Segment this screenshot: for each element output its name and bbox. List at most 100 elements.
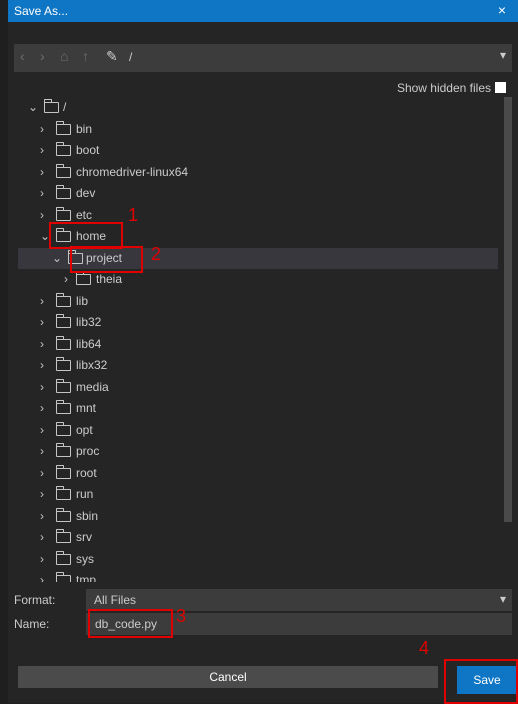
tree-item-lib32[interactable]: › lib32 [18,312,498,333]
tree-scrollbar[interactable] [504,97,512,522]
chevron-right-icon[interactable]: › [40,573,44,582]
tree-item-mnt[interactable]: › mnt [18,398,498,419]
cancel-button[interactable]: Cancel [18,666,438,688]
tree-item-root-dir[interactable]: › root [18,463,498,484]
chevron-right-icon[interactable]: › [40,487,44,501]
tree-item-media[interactable]: › media [18,377,498,398]
chevron-down-icon[interactable]: ▾ [500,48,506,62]
tree-item-label: tmp [76,573,97,582]
folder-icon [56,551,71,565]
show-hidden-files-checkbox[interactable] [495,82,506,93]
back-icon[interactable]: ‹ [20,48,25,64]
tree-item-label: / [63,100,67,114]
tree-item-label: lib [76,294,89,308]
tree-item-lib64[interactable]: › lib64 [18,334,498,355]
chevron-down-icon[interactable]: ⌄ [52,251,62,265]
folder-icon [56,142,71,156]
chevron-right-icon[interactable]: › [40,530,44,544]
tree-item-srv[interactable]: › srv [18,527,498,548]
chevron-right-icon[interactable]: › [40,165,44,179]
tree-item-opt[interactable]: › opt [18,420,498,441]
home-icon[interactable]: ⌂ [60,48,68,64]
chevron-right-icon[interactable]: › [40,552,44,566]
tree-item-libx32[interactable]: › libx32 [18,355,498,376]
edit-path-icon[interactable]: ✎ [106,48,118,65]
folder-icon [56,314,71,328]
show-hidden-files-label: Show hidden files [396,81,491,95]
folder-icon [56,443,71,457]
current-path[interactable]: / [129,50,132,64]
tree-item-root[interactable]: ⌄ / [18,97,498,118]
tree-item-label: srv [76,530,92,544]
chevron-right-icon[interactable]: › [40,380,44,394]
tree-item-run[interactable]: › run [18,484,498,505]
format-value: All Files [94,593,137,607]
folder-icon [56,336,71,350]
chevron-right-icon[interactable]: › [40,466,44,480]
close-icon[interactable]: × [498,2,506,18]
tree-item-label: proc [76,444,100,458]
annotation-4: 4 [419,638,430,658]
folder-icon [56,529,71,543]
chevron-right-icon[interactable]: › [40,401,44,415]
dialog-title: Save As... [14,4,69,18]
chevron-right-icon[interactable]: › [40,423,44,437]
folder-icon [56,486,71,500]
chevron-right-icon[interactable]: › [40,143,44,157]
navigation-toolbar: ‹ › ⌂ ↑ ✎ / ▾ [14,44,512,72]
save-as-dialog: Save As... × ‹ › ⌂ ↑ ✎ / ▾ Show hidden f… [8,0,518,704]
tree-item-proc[interactable]: › proc [18,441,498,462]
chevron-right-icon[interactable]: › [40,337,44,351]
chevron-right-icon[interactable]: › [40,444,44,458]
chevron-right-icon[interactable]: › [40,208,44,222]
chevron-right-icon[interactable]: › [40,358,44,372]
folder-icon [56,164,71,178]
annotation-1: 1 [128,205,139,225]
tree-item-boot[interactable]: › boot [18,140,498,161]
chevron-right-icon[interactable]: › [40,186,44,200]
chevron-right-icon[interactable]: › [40,315,44,329]
folder-icon [56,357,71,371]
folder-icon [56,465,71,479]
chevron-down-icon[interactable]: ▾ [500,592,506,606]
tree-item-sbin[interactable]: › sbin [18,506,498,527]
folder-icon [56,185,71,199]
folder-icon [56,121,71,135]
highlight-box-home [49,222,123,249]
chevron-down-icon[interactable]: ⌄ [28,100,38,114]
tree-item-label: chromedriver-linux64 [76,165,189,179]
tree-item-dev[interactable]: › dev [18,183,498,204]
annotation-2: 2 [151,244,162,264]
format-label: Format: [14,593,56,607]
folder-icon [56,207,71,221]
tree-item-label: lib32 [76,315,102,329]
up-icon[interactable]: ↑ [82,48,89,64]
tree-item-bin[interactable]: › bin [18,119,498,140]
folder-icon [44,99,59,113]
folder-icon [56,400,71,414]
chevron-right-icon[interactable]: › [40,509,44,523]
tree-item-lib[interactable]: › lib [18,291,498,312]
folder-icon [56,379,71,393]
show-hidden-files-toggle[interactable]: Show hidden files [397,81,506,95]
tree-item-label: etc [76,208,93,222]
folder-icon [56,293,71,307]
tree-item-tmp[interactable]: › tmp [18,570,498,582]
chevron-right-icon[interactable]: › [40,122,44,136]
forward-icon[interactable]: › [40,48,45,64]
folder-icon [56,572,71,582]
tree-item-chromedriver[interactable]: › chromedriver-linux64 [18,162,498,183]
tree-item-label: sys [76,552,94,566]
annotation-3: 3 [176,606,187,626]
tree-item-sys[interactable]: › sys [18,549,498,570]
tree-item-label: mnt [76,401,97,415]
tree-item-label: sbin [76,509,99,523]
highlight-box-project [70,246,143,273]
folder-tree: ⌄ / › bin › boot › chromedriver-linux64 … [18,97,498,582]
format-select[interactable]: All Files ▾ [86,589,512,611]
tree-item-label: dev [76,186,96,200]
chevron-right-icon[interactable]: › [40,294,44,308]
tree-item-label: boot [76,143,100,157]
chevron-right-icon[interactable]: › [64,272,68,286]
tree-item-label: bin [76,122,93,136]
